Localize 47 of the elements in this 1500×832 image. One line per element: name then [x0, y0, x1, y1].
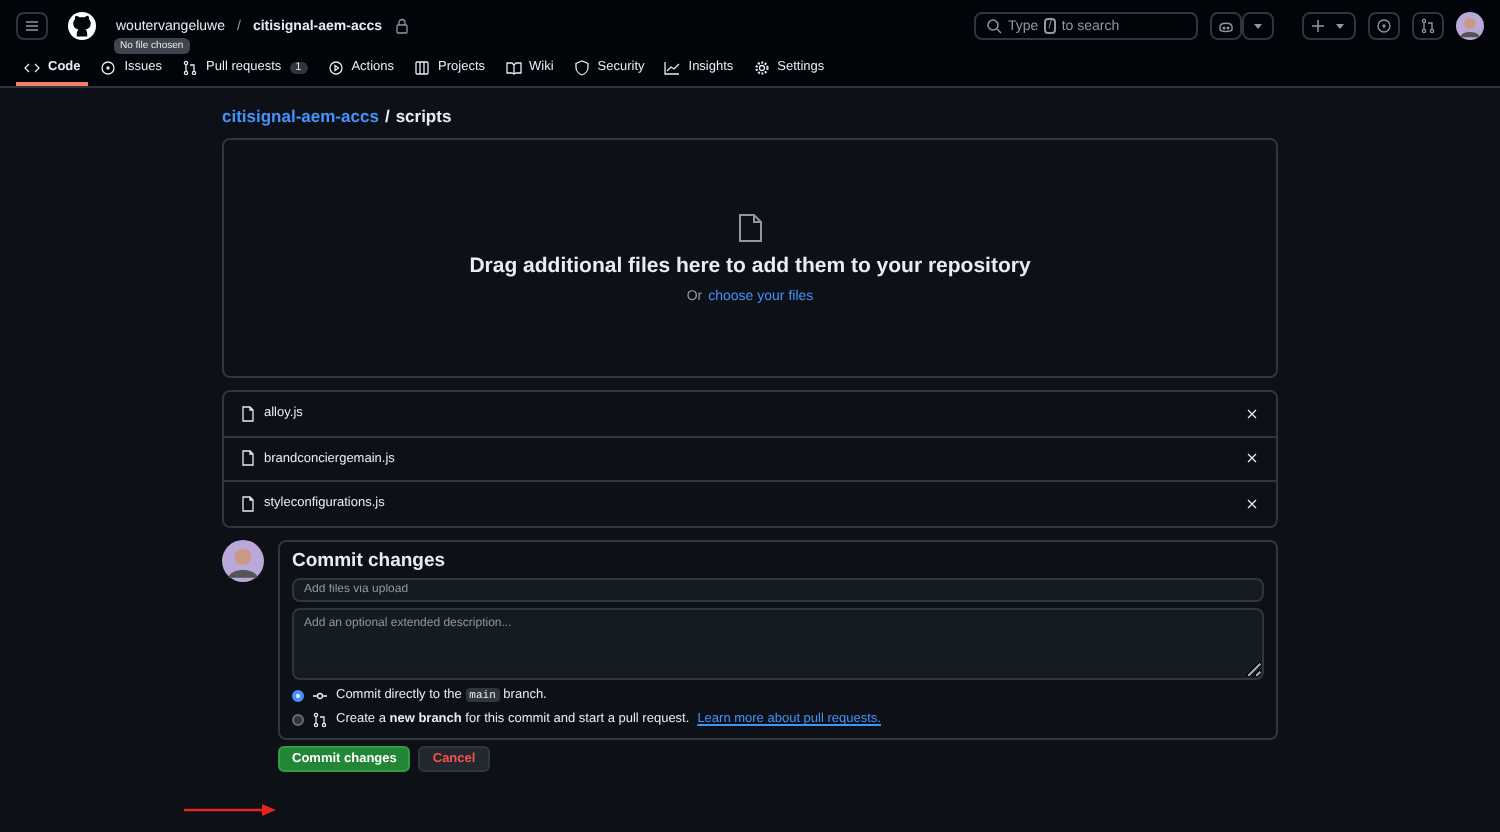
plus-icon: [1310, 18, 1326, 34]
copilot-button[interactable]: [1210, 12, 1242, 40]
caret-icon: [1250, 18, 1266, 34]
folder-name: scripts: [395, 106, 452, 126]
table-icon: [414, 59, 431, 75]
avatar[interactable]: [1456, 12, 1484, 40]
pull-request-icon: [312, 711, 328, 727]
remove-file-button[interactable]: [1244, 405, 1260, 422]
drop-zone-title: Drag additional files here to add them to your repository: [469, 253, 1031, 277]
close-icon: [1244, 495, 1260, 512]
search-icon: [986, 18, 1002, 34]
file-icon: [240, 450, 256, 467]
issues-button[interactable]: [1368, 12, 1400, 40]
file-icon: [240, 495, 256, 512]
book-icon: [505, 59, 521, 75]
avatar: [222, 539, 264, 581]
remove-file-button[interactable]: [1244, 450, 1260, 467]
file-icon: [240, 405, 256, 422]
create-button[interactable]: [1302, 12, 1356, 40]
radio-button[interactable]: [292, 713, 304, 725]
menu-button[interactable]: [16, 12, 48, 40]
remove-file-button[interactable]: [1244, 495, 1260, 512]
commit-title: Commit changes: [292, 549, 448, 571]
close-icon: [1244, 450, 1260, 467]
arrow-icon: [184, 804, 276, 816]
issue-icon: [1376, 18, 1392, 34]
close-icon: [1244, 405, 1260, 422]
pull-request-icon: [1420, 18, 1436, 34]
breadcrumb-separator: /: [384, 106, 390, 126]
logo-icon[interactable]: [68, 12, 96, 40]
copilot-icon: [1218, 18, 1234, 34]
issue-icon: [100, 59, 117, 75]
dropdown-button[interactable]: [1242, 12, 1274, 40]
commit-icon: [312, 687, 328, 703]
pull-request-icon: [182, 59, 199, 75]
lock-icon: [394, 18, 411, 34]
caret-icon: [1332, 18, 1348, 34]
shield-icon: [573, 59, 590, 75]
radio-button[interactable]: [292, 689, 304, 701]
file-icon: [738, 213, 762, 241]
settings-icon: [753, 59, 770, 75]
breadcrumb-link[interactable]: citisignal-aem-accs: [222, 106, 379, 126]
code-icon: [24, 59, 40, 75]
play-icon: [327, 59, 344, 75]
graph-icon: [664, 59, 681, 75]
menu-icon: [24, 18, 40, 34]
pull-requests-button[interactable]: [1412, 12, 1444, 40]
